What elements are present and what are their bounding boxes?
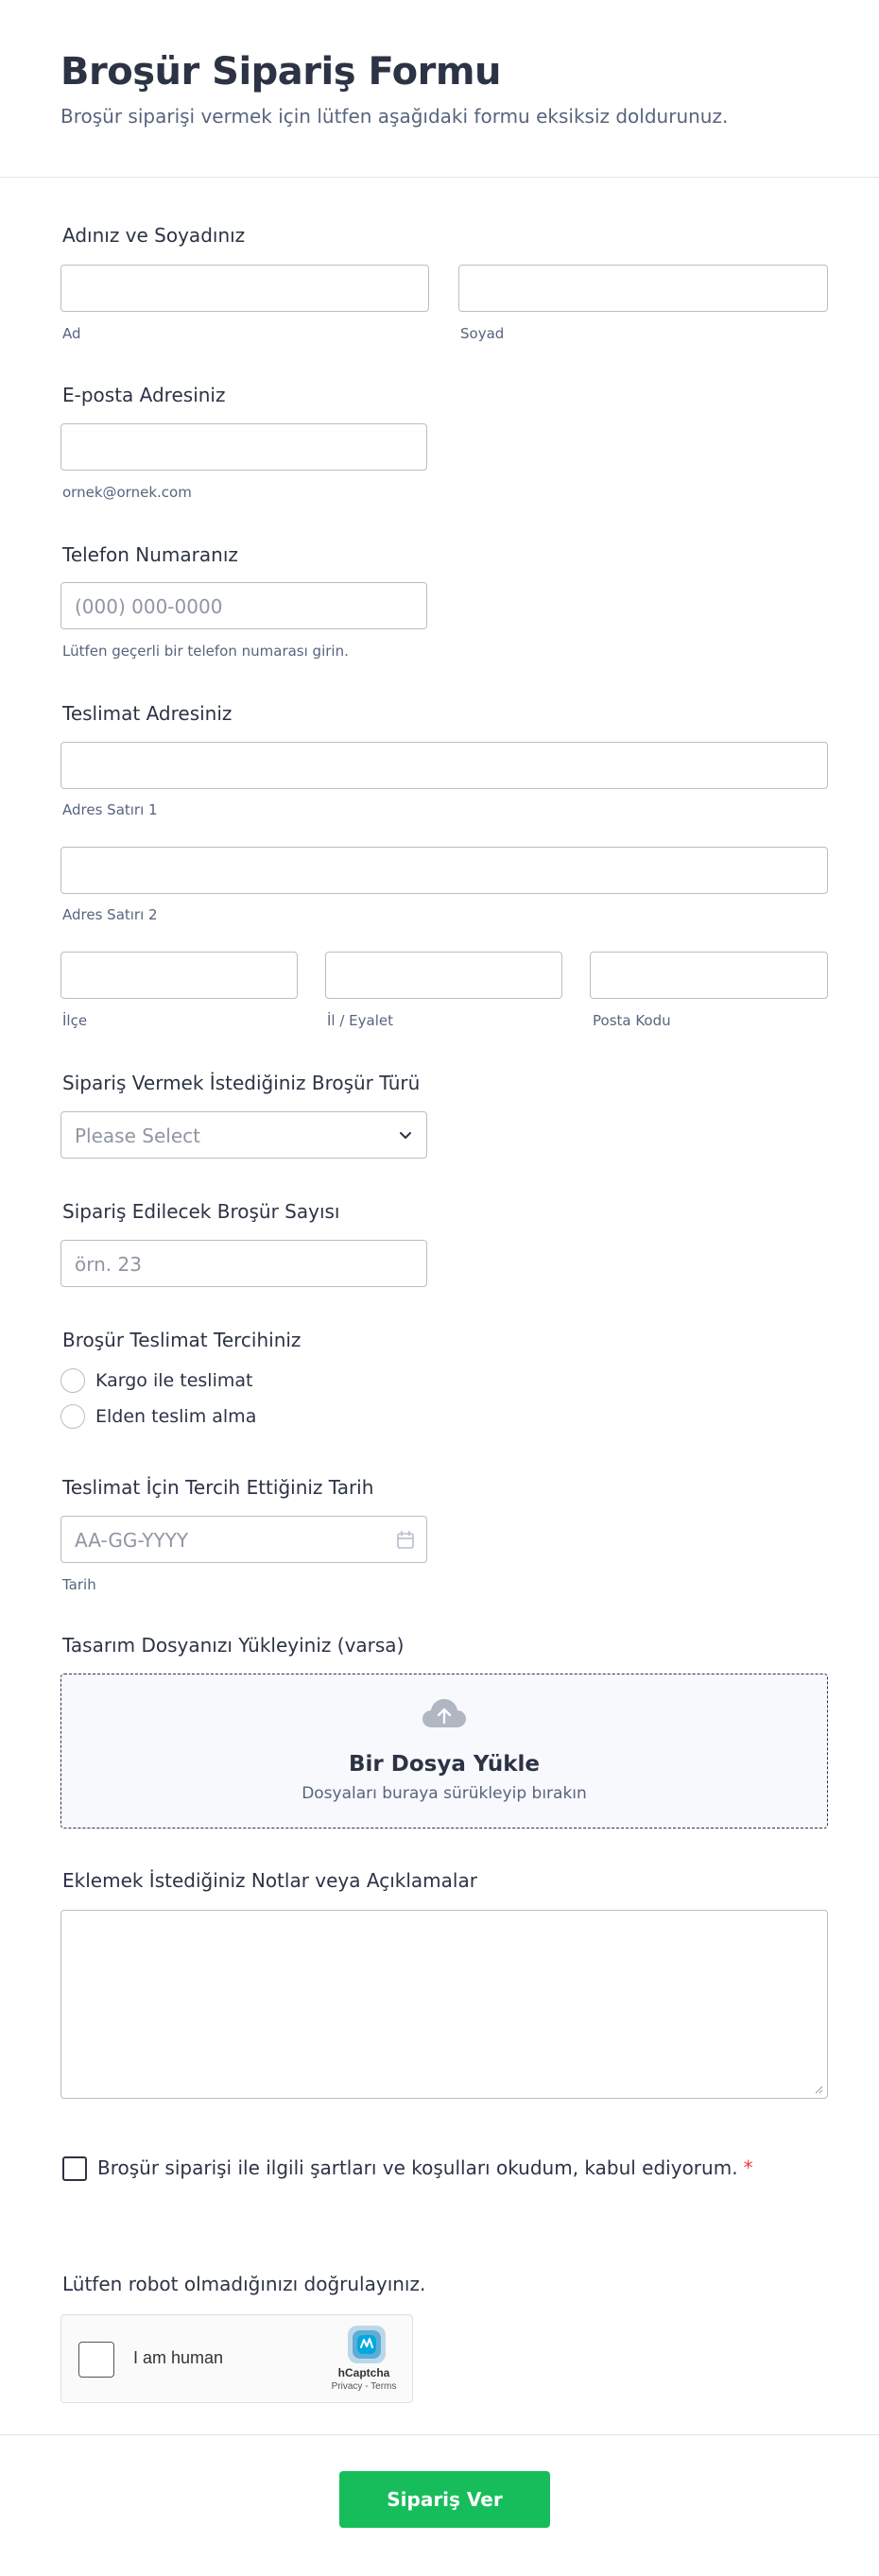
terms-label: Broşür siparişi ile ilgili şartları ve k… bbox=[97, 2156, 738, 2179]
postal-code-input[interactable] bbox=[590, 952, 828, 999]
state-input[interactable] bbox=[325, 952, 562, 999]
date-placeholder: AA-GG-YYYY bbox=[75, 1529, 189, 1552]
quantity-label: Sipariş Edilecek Broşür Sayısı bbox=[62, 1200, 340, 1223]
hcaptcha-widget: I am human hCaptcha Privacy - Terms bbox=[60, 2314, 413, 2403]
captcha-checkbox-text: I am human bbox=[133, 2348, 224, 2367]
form-footer: Sipariş Ver bbox=[0, 2434, 879, 2576]
form-header: Broşür Sipariş Formu Broşür siparişi ver… bbox=[0, 0, 879, 178]
chevron-down-icon bbox=[400, 1132, 411, 1139]
quantity-input[interactable]: örn. 23 bbox=[60, 1240, 427, 1287]
first-name-sublabel: Ad bbox=[62, 325, 81, 342]
email-input[interactable] bbox=[60, 423, 427, 471]
date-input[interactable]: AA-GG-YYYY bbox=[60, 1516, 427, 1563]
email-sublabel: ornek@ornek.com bbox=[62, 484, 192, 501]
address-label: Teslimat Adresiniz bbox=[62, 702, 233, 725]
captcha-label: Lütfen robot olmadığınızı doğrulayınız. bbox=[62, 2273, 426, 2295]
terms-text: Broşür siparişi ile ilgili şartları ve k… bbox=[97, 2155, 753, 2181]
upload-label: Tasarım Dosyanızı Yükleyiniz (varsa) bbox=[62, 1634, 405, 1657]
last-name-sublabel: Soyad bbox=[460, 325, 505, 342]
radio-button[interactable] bbox=[60, 1368, 85, 1393]
date-sublabel: Tarih bbox=[62, 1576, 96, 1593]
submit-button[interactable]: Sipariş Ver bbox=[339, 2471, 550, 2528]
phone-input[interactable]: (000) 000-0000 bbox=[60, 582, 427, 629]
captcha-checkbox[interactable] bbox=[78, 2342, 114, 2378]
calendar-icon[interactable] bbox=[396, 1530, 415, 1551]
cloud-upload-icon bbox=[422, 1699, 466, 1727]
first-name-input[interactable] bbox=[60, 265, 429, 312]
delivery-option-pickup[interactable]: Elden teslim alma bbox=[60, 1403, 256, 1430]
upload-title: Bir Dosya Yükle bbox=[348, 1752, 540, 1777]
radio-label: Elden teslim alma bbox=[95, 1406, 257, 1427]
resize-handle-icon[interactable] bbox=[814, 2085, 823, 2094]
district-input[interactable] bbox=[60, 952, 298, 999]
page-subtitle: Broşür siparişi vermek için lütfen aşağı… bbox=[60, 105, 729, 128]
address-line1-sublabel: Adres Satırı 1 bbox=[62, 801, 158, 818]
address-line2-sublabel: Adres Satırı 2 bbox=[62, 906, 158, 923]
last-name-input[interactable] bbox=[458, 265, 828, 312]
terms-checkbox[interactable] bbox=[62, 2156, 87, 2181]
delivery-option-cargo[interactable]: Kargo ile teslimat bbox=[60, 1367, 252, 1394]
email-label: E-posta Adresiniz bbox=[62, 384, 226, 406]
page-title: Broşür Sipariş Formu bbox=[60, 50, 502, 94]
phone-placeholder: (000) 000-0000 bbox=[75, 595, 223, 618]
district-sublabel: İlçe bbox=[62, 1012, 88, 1029]
address-line1-input[interactable] bbox=[60, 742, 828, 789]
postal-code-sublabel: Posta Kodu bbox=[593, 1012, 671, 1029]
state-sublabel: İl / Eyalet bbox=[327, 1012, 394, 1029]
hcaptcha-logo-icon bbox=[348, 2326, 386, 2363]
required-mark: * bbox=[743, 2156, 753, 2179]
brochure-type-label: Sipariş Vermek İstediğiniz Broşür Türü bbox=[62, 1072, 421, 1094]
notes-label: Eklemek İstediğiniz Notlar veya Açıklama… bbox=[62, 1869, 477, 1892]
captcha-brand: hCaptcha bbox=[337, 2366, 390, 2379]
phone-label: Telefon Numaranız bbox=[62, 543, 238, 566]
upload-subtitle: Dosyaları buraya sürükleyip bırakın bbox=[302, 1784, 587, 1803]
radio-button[interactable] bbox=[60, 1404, 85, 1429]
delivery-label: Broşür Teslimat Tercihiniz bbox=[62, 1329, 302, 1351]
phone-sublabel: Lütfen geçerli bir telefon numarası giri… bbox=[62, 643, 349, 660]
brochure-type-select[interactable]: Please Select bbox=[60, 1111, 427, 1159]
file-upload-dropzone[interactable]: Bir Dosya Yükle Dosyaları buraya sürükle… bbox=[60, 1674, 828, 1829]
brochure-type-placeholder: Please Select bbox=[75, 1125, 200, 1147]
address-line2-input[interactable] bbox=[60, 847, 828, 894]
quantity-placeholder: örn. 23 bbox=[75, 1253, 142, 1276]
notes-textarea[interactable] bbox=[60, 1910, 828, 2099]
name-label: Adınız ve Soyadınız bbox=[62, 224, 246, 247]
radio-label: Kargo ile teslimat bbox=[95, 1370, 253, 1391]
date-label: Teslimat İçin Tercih Ettiğiniz Tarih bbox=[62, 1476, 374, 1499]
captcha-links[interactable]: Privacy - Terms bbox=[317, 2381, 411, 2392]
